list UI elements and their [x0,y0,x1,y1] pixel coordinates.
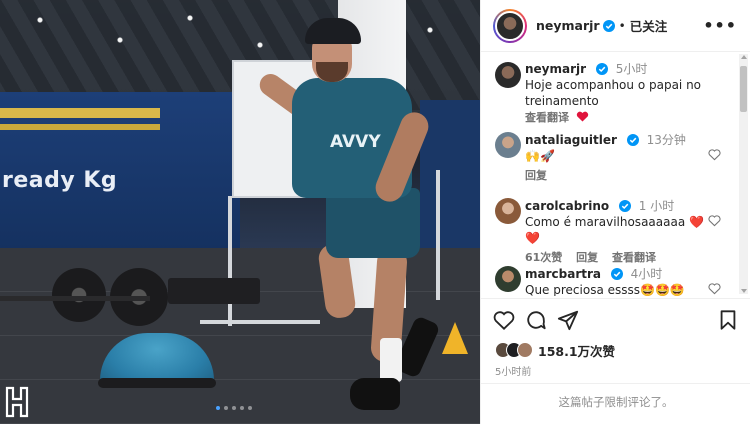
comment-text: Como é maravilhosaaaaaa ❤️❤️ [525,215,704,245]
liker-avatar [517,342,533,358]
caption-body: neymarjr 5小时 Hoje acompanhou o papai no … [525,61,705,126]
verified-badge-icon [595,63,608,75]
caption-username[interactable]: neymarjr [525,62,586,76]
likes-count[interactable]: 158.1万次赞 [538,341,615,360]
comment-time: 4小时 [630,267,663,281]
share-send-icon[interactable] [557,309,579,331]
gym-wall-right [420,100,480,250]
carousel-dot[interactable] [224,406,228,410]
author-username[interactable]: neymarjr [536,18,600,33]
comment-bubble-icon[interactable] [525,309,547,331]
comment-body: marcbartra 4小时 Que preciosa essss🤩🤩🤩 [525,266,705,296]
club-logo-icon [5,386,29,418]
caption-text: Hoje acompanhou o papai no treinamento [525,78,702,108]
comment-text: Que preciosa essss🤩🤩🤩 [525,283,685,296]
comment-translate-link[interactable]: 查看翻译 [612,251,656,264]
like-comment-heart-icon[interactable] [708,148,721,161]
carousel-dot[interactable] [232,406,236,410]
comment-actions: 61次赞 回复 查看翻译 [525,250,715,266]
caption-translate-link[interactable]: 查看翻译 [525,111,569,124]
scroll-down-arrow-icon[interactable] [741,289,747,293]
comment-reply-link[interactable]: 回复 [525,169,547,182]
training-cone [442,322,468,354]
save-bookmark-icon[interactable] [717,309,739,331]
shirt-sponsor: AVVY [330,132,381,152]
rig-bar [0,108,160,118]
like-comment-heart-icon[interactable] [708,282,721,295]
header-separator: • [618,18,626,33]
post-timestamp[interactable]: 5小时前 [495,363,531,378]
like-comment-heart-icon[interactable] [708,214,721,227]
likes-summary[interactable]: 158.1万次赞 [495,341,615,359]
person-shorts [326,188,420,258]
scrollbar-thumb[interactable] [740,66,747,112]
comment-avatar[interactable] [495,198,521,224]
verified-badge-icon [610,268,623,280]
bench [168,278,260,304]
rig-bar-lower [0,124,160,130]
carousel-dot[interactable] [216,406,220,410]
post-photo[interactable]: ready Kg AVVY [0,0,480,424]
verified-badge-icon [618,200,631,212]
person-shoe-right [350,378,400,410]
comments-scrollbar[interactable] [739,54,748,294]
author-avatar[interactable] [495,10,525,41]
comment-reply-link[interactable]: 回复 [576,251,598,264]
author-avatar-ring[interactable] [493,8,527,43]
heart-emoji-icon [576,111,588,122]
barbell [0,296,150,301]
like-heart-icon[interactable] [493,309,515,331]
comment-time: 13分钟 [646,133,686,147]
comment-time: 1 小时 [638,199,675,213]
comment-username[interactable]: carolcabrino [525,199,609,213]
comment-avatar[interactable] [495,266,521,292]
comment-item: marcbartra 4小时 Que preciosa essss🤩🤩🤩 [481,266,739,296]
comment-item: carolcabrino 1 小时 Como é maravilhosaaaaa… [481,198,739,264]
follow-status-button[interactable]: 已关注 [630,16,668,35]
bosu-base [98,378,216,388]
carousel-dot[interactable] [240,406,244,410]
wall-lettering: ready Kg [2,168,118,193]
scroll-up-arrow-icon[interactable] [741,55,747,59]
comments-list[interactable]: neymarjr 5小时 Hoje acompanhou o papai no … [481,52,739,296]
whiteboard-leg [228,196,232,326]
comment-body: nataliaguitler 13分钟 🙌🚀 回复 [525,132,705,184]
whiteboard-foot [200,320,320,324]
verified-badge-icon [602,19,615,32]
comment-username[interactable]: marcbartra [525,267,601,281]
post-panel: neymarjr • 已关注 ••• neymarjr 5小时 Hoje aco… [480,0,750,424]
comment-username[interactable]: nataliaguitler [525,133,617,147]
caption-time: 5小时 [615,62,648,76]
post-actions: 158.1万次赞 5小时前 这篇帖子限制评论了。 [481,298,750,418]
post-header: neymarjr • 已关注 ••• [481,0,750,52]
caption-row: neymarjr 5小时 Hoje acompanhou o papai no … [481,60,739,124]
carousel-dot[interactable] [248,406,252,410]
more-options-button[interactable]: ••• [703,16,737,35]
comment-item: nataliaguitler 13分钟 🙌🚀 回复 [481,132,739,182]
comment-actions: 回复 [525,168,705,184]
comment-like-count[interactable]: 61次赞 [525,251,562,264]
comment-avatar[interactable] [495,132,521,158]
comment-text: 🙌🚀 [525,149,555,163]
carousel-indicator [216,406,252,410]
verified-badge-icon [626,134,639,146]
caption-avatar[interactable] [495,62,521,88]
person-sock [380,338,402,382]
comment-body: carolcabrino 1 小时 Como é maravilhosaaaaa… [525,198,715,266]
weight-plate [52,268,106,322]
comments-limited-notice: 这篇帖子限制评论了。 [481,383,750,419]
rack-leg [436,170,440,300]
